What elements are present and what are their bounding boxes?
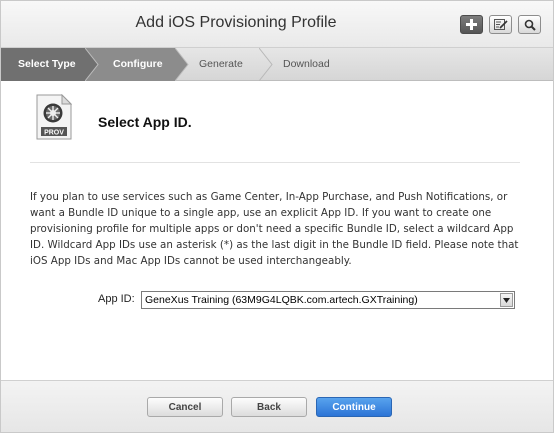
back-button[interactable]: Back — [231, 397, 307, 417]
step-download: Download — [283, 58, 330, 70]
wizard-steps: Select Type Configure Generate Download — [1, 48, 553, 81]
edit-icon — [493, 19, 508, 30]
dropdown-arrow-icon[interactable] — [500, 293, 513, 307]
description-text: If you plan to use services such as Game… — [30, 191, 519, 267]
divider — [30, 162, 520, 163]
step-configure: Configure — [113, 58, 163, 70]
page-title: Add iOS Provisioning Profile — [135, 14, 337, 31]
step-separator — [175, 48, 189, 81]
section-title: Select App ID. — [98, 114, 192, 130]
cancel-button[interactable]: Cancel — [147, 397, 223, 417]
app-id-label: App ID: — [98, 293, 135, 305]
provisioning-profile-icon: PROV — [36, 94, 72, 140]
header-bar: Add iOS Provisioning Profile — [1, 1, 553, 48]
step-generate: Generate — [199, 58, 243, 70]
search-icon — [524, 19, 536, 31]
plus-icon — [466, 19, 477, 30]
step-select-type: Select Type — [18, 58, 76, 70]
app-id-select[interactable]: GeneXus Training (63M9G4LQBK.com.artech.… — [141, 291, 515, 309]
edit-button[interactable] — [489, 15, 512, 34]
add-button[interactable] — [460, 15, 483, 34]
step-separator — [85, 48, 99, 81]
search-button[interactable] — [518, 15, 541, 34]
continue-button[interactable]: Continue — [316, 397, 392, 417]
prov-icon-label: PROV — [44, 130, 64, 137]
step-separator — [259, 48, 273, 81]
app-id-selected-value: GeneXus Training (63M9G4LQBK.com.artech.… — [145, 294, 418, 306]
